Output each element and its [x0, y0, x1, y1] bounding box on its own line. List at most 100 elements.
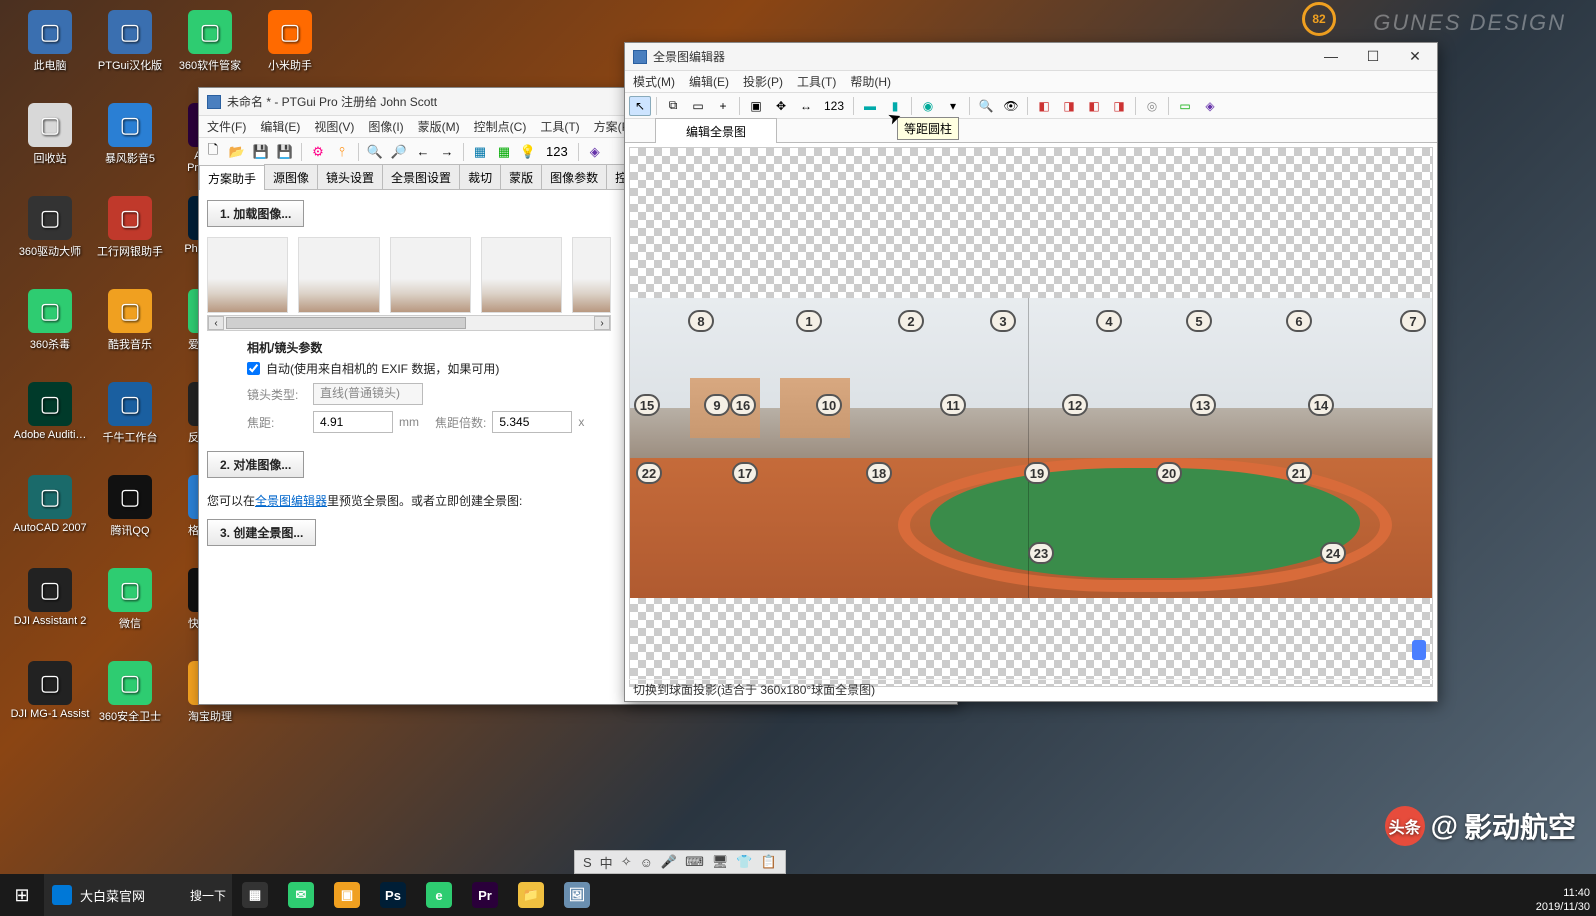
desktop-icon[interactable]: ▢酷我音乐 [90, 289, 170, 374]
tray-icon[interactable]: S [583, 855, 592, 870]
menu-item[interactable]: 投影(P) [743, 73, 783, 90]
image-marker[interactable]: 5 [1186, 310, 1212, 332]
grid1-icon[interactable]: ▦ [470, 142, 490, 162]
start-button[interactable]: ⊞ [0, 874, 44, 916]
image-marker[interactable]: 21 [1286, 462, 1312, 484]
ptgui-tab[interactable]: 镜头设置 [317, 164, 383, 189]
menu-item[interactable]: 模式(M) [633, 73, 675, 90]
scroll-thumb[interactable] [226, 317, 466, 329]
edge-taskbar-item[interactable]: 大白菜官网 [44, 874, 184, 916]
search-button[interactable]: 搜一下 [184, 874, 232, 916]
desktop-icon[interactable]: ▢腾讯QQ [90, 475, 170, 560]
panorama-editor-link[interactable]: 全景图编辑器 [255, 494, 327, 508]
bulb-icon[interactable]: 💡 [518, 142, 538, 162]
image-marker[interactable]: 9 [704, 394, 730, 416]
image-marker[interactable]: 12 [1062, 394, 1088, 416]
desktop-icon[interactable]: ▢AutoCAD 2007 [10, 475, 90, 560]
image-marker[interactable]: 18 [866, 462, 892, 484]
options-icon[interactable]: ⚙ [308, 142, 328, 162]
flag4-icon[interactable]: ◨ [1108, 96, 1130, 116]
move-icon[interactable]: ✥ [770, 96, 792, 116]
zoomout-icon[interactable]: 🔎 [389, 142, 409, 162]
thumbnail[interactable] [207, 237, 288, 313]
saveas-icon[interactable]: 💾 [275, 142, 295, 162]
load-images-button[interactable]: 1. 加载图像... [207, 200, 304, 227]
menu-item[interactable]: 工具(T) [540, 118, 579, 135]
pano-titlebar[interactable]: 全景图编辑器 — ☐ ✕ [625, 43, 1437, 71]
ptgui-tab[interactable]: 方案助手 [199, 165, 265, 190]
zoomin-icon[interactable]: 🔍 [365, 142, 385, 162]
menu-item[interactable]: 图像(I) [368, 118, 403, 135]
auto-exif-checkbox[interactable] [247, 362, 260, 375]
flag3-icon[interactable]: ◧ [1083, 96, 1105, 116]
image-marker[interactable]: 14 [1308, 394, 1334, 416]
taskbar-app[interactable]: ▦ [232, 874, 278, 916]
menu-item[interactable]: 工具(T) [797, 73, 836, 90]
image-marker[interactable]: 15 [634, 394, 660, 416]
zoom-icon[interactable]: 🔍 [975, 96, 997, 116]
desktop-icon[interactable]: ▢千牛工作台 [90, 382, 170, 467]
desktop-icon[interactable]: ▢DJI MG-1 Assist [10, 661, 90, 746]
num-toggle[interactable]: 123 [820, 96, 848, 116]
tray-icon[interactable]: 👕 [736, 854, 752, 870]
image-marker[interactable]: 11 [940, 394, 966, 416]
select-icon[interactable]: ▭ [687, 96, 709, 116]
menu-item[interactable]: 编辑(E) [689, 73, 729, 90]
image-marker[interactable]: 6 [1286, 310, 1312, 332]
menu-item[interactable]: 文件(F) [207, 118, 246, 135]
open-icon[interactable]: 📂 [227, 142, 247, 162]
tray-icon[interactable]: 🎤 [661, 854, 677, 870]
image-marker[interactable]: 1 [796, 310, 822, 332]
desktop-icon[interactable]: ▢小米助手 [250, 10, 330, 95]
align-images-button[interactable]: 2. 对准图像... [207, 451, 304, 478]
image-marker[interactable]: 17 [732, 462, 758, 484]
sphere-icon[interactable]: ◉ [917, 96, 939, 116]
image-marker[interactable]: 8 [688, 310, 714, 332]
slider-icon[interactable]: ⫯ [332, 142, 352, 162]
image-marker[interactable]: 22 [636, 462, 662, 484]
desktop-icon[interactable]: ▢微信 [90, 568, 170, 653]
back-icon[interactable]: ← [413, 142, 433, 162]
minimize-button[interactable]: — [1317, 48, 1345, 65]
close-button[interactable]: ✕ [1401, 48, 1429, 65]
image-marker[interactable]: 20 [1156, 462, 1182, 484]
taskbar-app[interactable]: Pr [462, 874, 508, 916]
screen-icon[interactable]: ▬ [859, 96, 881, 116]
taskbar-app[interactable]: e [416, 874, 462, 916]
copy-icon[interactable]: ⧉ [662, 96, 684, 116]
tray-icon[interactable]: ⌨ [685, 854, 704, 870]
desktop-icon[interactable]: ▢360杀毒 [10, 289, 90, 374]
eye-icon[interactable]: 👁 [1000, 96, 1022, 116]
taskbar-clock[interactable]: 11:40 2019/11/30 [1536, 886, 1590, 914]
flag2-icon[interactable]: ◨ [1058, 96, 1080, 116]
menu-item[interactable]: 视图(V) [314, 118, 354, 135]
desktop-icon[interactable]: ▢暴风影音5 [90, 103, 170, 188]
taskbar-app[interactable]: ▣ [324, 874, 370, 916]
forward-icon[interactable]: → [437, 142, 457, 162]
image-marker[interactable]: 2 [898, 310, 924, 332]
focal-input[interactable] [313, 411, 393, 433]
image-marker[interactable]: 3 [990, 310, 1016, 332]
num-label[interactable]: 123 [542, 142, 572, 162]
thumb-scrollbar[interactable]: ‹ › [207, 315, 611, 331]
image-marker[interactable]: 24 [1320, 542, 1346, 564]
taskbar-app[interactable]: ✉ [278, 874, 324, 916]
panorama-canvas[interactable]: 812345671591610111213142217181920212324 [629, 147, 1433, 687]
menu-item[interactable]: 控制点(C) [474, 118, 527, 135]
taskbar-app[interactable]: Ps [370, 874, 416, 916]
desktop-icon[interactable]: ▢工行网银助手 [90, 196, 170, 281]
ptgui-tab[interactable]: 源图像 [264, 164, 318, 189]
thumbnail[interactable] [298, 237, 379, 313]
image-marker[interactable]: 19 [1024, 462, 1050, 484]
ptgui-tab[interactable]: 裁切 [459, 164, 501, 189]
desktop-icon[interactable]: ▢360安全卫士 [90, 661, 170, 746]
thumbnail[interactable] [390, 237, 471, 313]
image-marker[interactable]: 16 [730, 394, 756, 416]
tray-icon[interactable]: 📋 [761, 854, 777, 870]
create-panorama-button[interactable]: 3. 创建全景图... [207, 519, 316, 546]
flag1-icon[interactable]: ◧ [1033, 96, 1055, 116]
save-icon[interactable]: 💾 [251, 142, 271, 162]
tray-icon[interactable]: 🖥 [712, 854, 729, 870]
thumbnail[interactable] [572, 237, 611, 313]
dropdown-icon[interactable]: ▾ [942, 96, 964, 116]
